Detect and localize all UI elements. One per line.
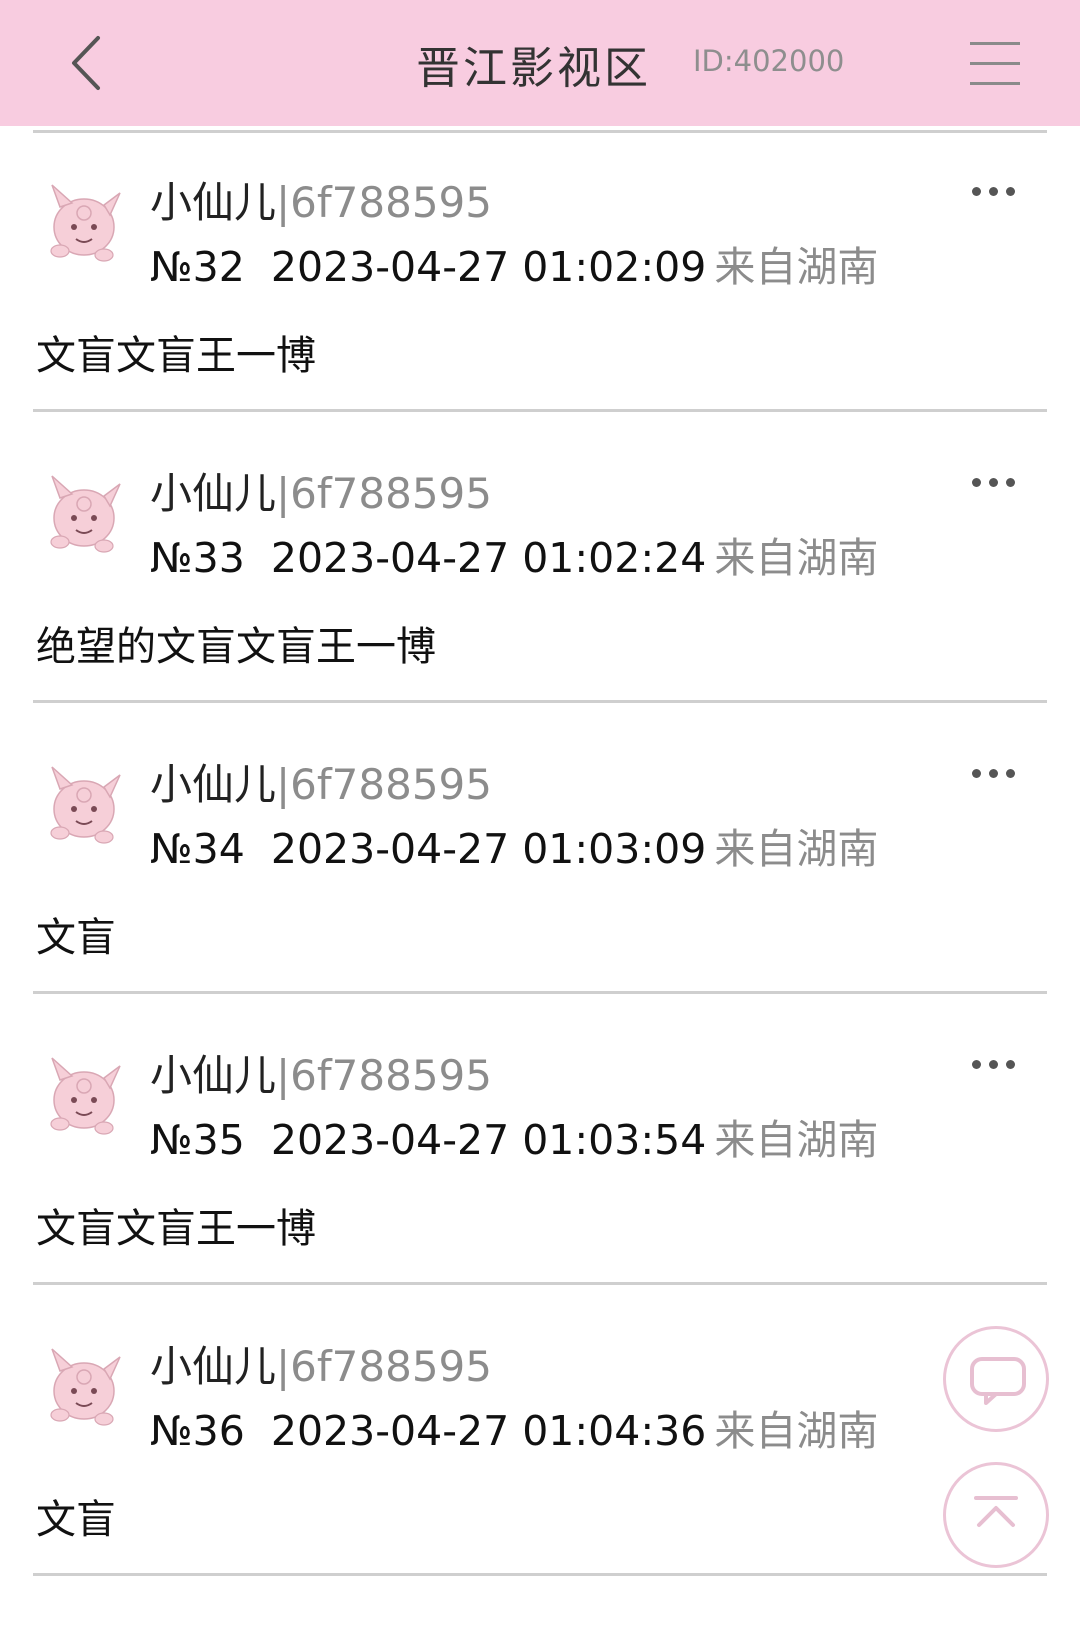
post-location: 来自湖南 xyxy=(714,1407,879,1455)
more-dot-icon xyxy=(989,1060,998,1069)
author-nickname: 小仙儿 xyxy=(150,469,277,518)
more-dot-icon xyxy=(1006,1060,1015,1069)
post-number: №36 xyxy=(150,1407,245,1455)
post-item[interactable]: 小仙儿|6f788595 №36 2023-04-27 01:04:36 来自湖南… xyxy=(0,1297,1080,1588)
avatar xyxy=(50,184,121,262)
author-nickname: 小仙儿 xyxy=(150,760,277,809)
post-item[interactable]: 小仙儿|6f788595 №33 2023-04-27 01:02:24 来自湖南… xyxy=(0,424,1080,715)
post-content: 文盲 xyxy=(36,915,116,961)
post-meta: №35 2023-04-27 01:03:54 来自湖南 xyxy=(150,1106,878,1166)
menu-icon-bar xyxy=(970,82,1020,85)
author-uid: |6f788595 xyxy=(276,1342,493,1391)
board-id: ID:402000 xyxy=(693,44,845,78)
post-meta: №34 2023-04-27 01:03:09 来自湖南 xyxy=(150,815,878,875)
post-number: №35 xyxy=(150,1116,245,1164)
avatar xyxy=(50,475,121,553)
menu-button[interactable] xyxy=(964,38,1024,88)
more-dot-icon xyxy=(989,769,998,778)
board-title: 晋江影视区 xyxy=(416,43,651,94)
post-number: №32 xyxy=(150,243,245,291)
more-dot-icon xyxy=(972,1060,981,1069)
author-uid: |6f788595 xyxy=(276,178,493,227)
author-name[interactable]: 小仙儿|6f788595 xyxy=(150,1042,492,1103)
post-number: №33 xyxy=(150,534,245,582)
top-bar: 晋江影视区 ID:402000 xyxy=(0,0,1080,126)
post-item[interactable]: 小仙儿|6f788595 №35 2023-04-27 01:03:54 来自湖南… xyxy=(0,1006,1080,1297)
author-name[interactable]: 小仙儿|6f788595 xyxy=(150,751,492,812)
post-meta: №32 2023-04-27 01:02:09 来自湖南 xyxy=(150,233,878,293)
post-location: 来自湖南 xyxy=(714,825,879,873)
post-content: 文盲文盲王一博 xyxy=(36,333,316,379)
author-uid: |6f788595 xyxy=(276,1051,493,1100)
divider xyxy=(33,1282,1047,1285)
more-dot-icon xyxy=(989,478,998,487)
post-time: 2023-04-27 01:04:36 xyxy=(270,1407,707,1455)
chat-bubble-icon xyxy=(970,1357,1026,1405)
more-dot-icon xyxy=(972,769,981,778)
author-name[interactable]: 小仙儿|6f788595 xyxy=(150,169,492,230)
post-time: 2023-04-27 01:03:09 xyxy=(270,825,707,873)
post-meta: №36 2023-04-27 01:04:36 来自湖南 xyxy=(150,1397,878,1457)
divider xyxy=(33,991,1047,994)
author-name[interactable]: 小仙儿|6f788595 xyxy=(150,460,492,521)
divider xyxy=(33,409,1047,412)
post-number: №34 xyxy=(150,825,245,873)
more-dot-icon xyxy=(989,187,998,196)
post-location: 来自湖南 xyxy=(714,243,879,291)
post-item[interactable]: 小仙儿|6f788595 №34 2023-04-27 01:03:09 来自湖南… xyxy=(0,715,1080,1006)
avatar xyxy=(50,1057,121,1135)
post-item[interactable]: 小仙儿|6f788595 №32 2023-04-27 01:02:09 来自湖南… xyxy=(0,133,1080,424)
post-time: 2023-04-27 01:02:24 xyxy=(270,534,707,582)
menu-icon-bar xyxy=(970,62,1020,65)
post-time: 2023-04-27 01:02:09 xyxy=(270,243,707,291)
menu-icon-bar xyxy=(970,42,1020,45)
more-dot-icon xyxy=(972,187,981,196)
author-nickname: 小仙儿 xyxy=(150,1051,277,1100)
more-options-button[interactable] xyxy=(966,177,1026,207)
post-content: 文盲 xyxy=(36,1497,116,1543)
more-dot-icon xyxy=(1006,478,1015,487)
post-location: 来自湖南 xyxy=(714,534,879,582)
post-location: 来自湖南 xyxy=(714,1116,879,1164)
more-dot-icon xyxy=(1006,769,1015,778)
avatar xyxy=(50,1348,121,1426)
author-uid: |6f788595 xyxy=(276,469,493,518)
more-options-button[interactable] xyxy=(966,1050,1026,1080)
more-dot-icon xyxy=(972,478,981,487)
back-button[interactable] xyxy=(60,28,124,98)
post-time: 2023-04-27 01:03:54 xyxy=(270,1116,707,1164)
scroll-to-top-icon xyxy=(974,1496,1018,1527)
divider xyxy=(33,1573,1047,1576)
post-meta: №33 2023-04-27 01:02:24 来自湖南 xyxy=(150,524,878,584)
post-content: 文盲文盲王一博 xyxy=(36,1206,316,1252)
author-uid: |6f788595 xyxy=(276,760,493,809)
author-nickname: 小仙儿 xyxy=(150,178,277,227)
avatar xyxy=(50,766,121,844)
author-nickname: 小仙儿 xyxy=(150,1342,277,1391)
more-options-button[interactable] xyxy=(966,759,1026,789)
more-dot-icon xyxy=(1006,187,1015,196)
scroll-top-button[interactable] xyxy=(943,1462,1049,1568)
post-content: 绝望的文盲文盲王一博 xyxy=(36,624,436,670)
author-name[interactable]: 小仙儿|6f788595 xyxy=(150,1333,492,1394)
comment-button[interactable] xyxy=(943,1326,1049,1432)
chevron-left-icon xyxy=(72,36,100,90)
more-options-button[interactable] xyxy=(966,468,1026,498)
divider xyxy=(33,700,1047,703)
